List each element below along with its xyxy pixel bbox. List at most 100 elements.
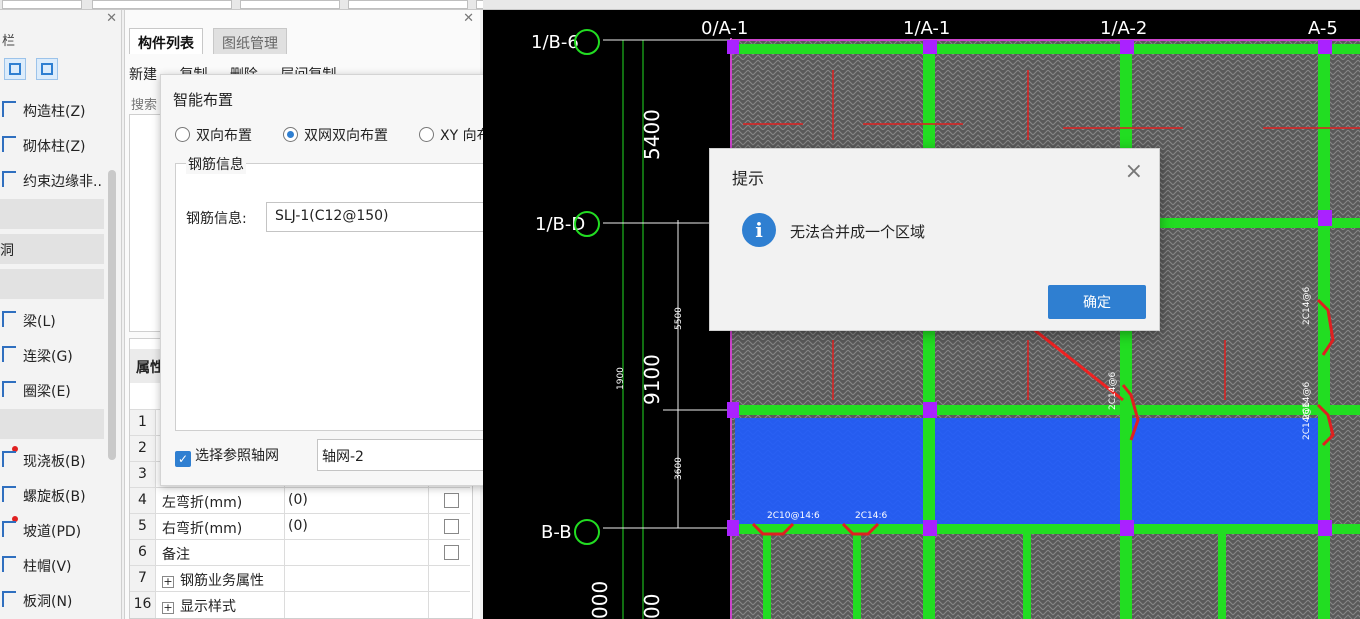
beam-icon [2,381,16,397]
slab-hole-icon [2,591,16,607]
sidebar-item-ramp[interactable]: 坡道(PD) [0,514,108,546]
smart-layout-dialog: 智能布置 双向布置 双网双向布置 XY 向布置 钢筋信息 钢筋信息: SLJ-1… [160,74,538,486]
list-view-icon[interactable] [4,58,26,80]
new-button[interactable]: 新建 [129,67,157,83]
axis-label: 0/A-1 [701,18,748,39]
radio-checked-icon [283,127,298,142]
detail-view-icon[interactable] [36,58,58,80]
column-icon [2,101,16,117]
slab-icon [2,451,16,467]
ramp-icon [2,521,16,537]
beam-icon [2,346,16,362]
close-icon[interactable]: ✕ [463,11,474,26]
column[interactable] [727,402,739,418]
radio-bidirectional[interactable]: 双向布置 [175,125,252,145]
beam[interactable] [763,534,771,619]
beam[interactable] [731,405,1360,415]
column[interactable] [727,520,739,536]
property-checkbox[interactable] [444,545,459,560]
column[interactable] [923,40,937,54]
column[interactable] [1120,520,1134,536]
dimension-text: 5400 [640,109,664,160]
rebar-label: 2C14@6 [1302,402,1312,440]
column[interactable] [1120,40,1134,54]
sidebar-group[interactable] [0,199,104,229]
sidebar-item-gzz[interactable]: 构造柱(Z) [0,94,108,126]
radio-double-net[interactable]: 双网双向布置 [283,125,388,145]
property-checkbox[interactable] [444,519,459,534]
sidebar-item-link-beam[interactable]: 连梁(G) [0,339,108,371]
expand-icon[interactable]: + [162,602,174,614]
slab-icon [2,486,16,502]
axis-label: 1/A-1 [903,18,950,39]
beam[interactable] [731,524,1360,534]
beam[interactable] [731,44,1360,54]
dialog-message: 无法合并成一个区域 [790,223,926,241]
search-input[interactable]: 搜索 [131,94,157,113]
top-control[interactable] [240,0,340,9]
table-row[interactable]: 4 左弯折(mm) (0) [130,487,470,514]
dimension-text: 5500 [674,307,684,330]
sidebar-group-hole[interactable]: 洞 [0,234,104,264]
dimension-text: 1900 [616,367,626,390]
column[interactable] [1318,40,1332,54]
rebar-label: 2C14@6 [1302,287,1312,325]
close-icon[interactable]: ✕ [106,11,117,26]
column[interactable] [1318,210,1332,226]
sidebar-item-ring-beam[interactable]: 圈梁(E) [0,374,108,406]
table-row[interactable]: 6 备注 [130,539,470,566]
component-tree-sidebar: ✕ 栏 构造柱(Z) 砌体柱(Z) 约束边缘非.. 洞 梁(L) 连梁(G) 圈… [0,10,122,619]
column[interactable] [727,40,739,54]
sidebar-item-beam[interactable]: 梁(L) [0,304,108,336]
top-control[interactable] [348,0,468,9]
table-row[interactable]: 16 + 显示样式 [130,591,470,618]
column[interactable] [923,520,937,536]
rebar-info-label: 钢筋信息: [186,211,247,227]
sidebar-group[interactable] [0,269,104,299]
radio-icon [175,127,190,142]
property-value[interactable]: (0) [288,518,308,534]
sidebar-item-column-cap[interactable]: 柱帽(V) [0,549,108,581]
rebar-label: 2C14@6 [1108,372,1118,410]
group-legend: 钢筋信息 [186,154,246,174]
close-icon[interactable]: × [1125,159,1143,184]
info-icon: i [742,213,776,247]
column-icon [2,171,16,187]
expand-icon[interactable]: + [162,576,174,588]
table-row[interactable]: 7 + 钢筋业务属性 [130,565,470,592]
property-value[interactable]: (0) [288,492,308,508]
radio-icon [419,127,434,142]
axis-label: 1/A-2 [1100,18,1147,39]
beam-icon [2,311,16,327]
beam[interactable] [853,534,861,619]
sidebar-scrollbar[interactable] [108,170,116,460]
rebar-label: 2C14:6 [855,511,887,521]
selected-slab-region[interactable] [735,418,1321,528]
top-control[interactable] [2,0,82,9]
sidebar-group[interactable] [0,409,104,439]
rebar-info-group: 钢筋信息 钢筋信息: SLJ-1(C12@150) [175,154,523,431]
dimension-text: 000 [588,581,612,619]
slab-hatch [731,530,1360,619]
sidebar-item-qtz[interactable]: 砌体柱(Z) [0,129,108,161]
column[interactable] [1318,520,1332,536]
beam[interactable] [1218,534,1226,619]
tab-drawing-management[interactable]: 图纸管理 [213,28,287,54]
checkbox-checked-icon: ✓ [175,451,191,467]
sidebar-title: 栏 [2,34,16,49]
ok-button[interactable]: 确定 [1048,285,1146,319]
top-control[interactable] [92,0,232,9]
property-checkbox[interactable] [444,493,459,508]
column[interactable] [923,402,937,418]
table-row[interactable]: 5 右弯折(mm) (0) [130,513,470,540]
ref-grid-checkbox[interactable]: ✓ 选择参照轴网 [175,445,279,467]
sidebar-item-spiral-slab[interactable]: 螺旋板(B) [0,479,108,511]
rebar-info-select[interactable]: SLJ-1(C12@150) [266,202,510,232]
beam[interactable] [1023,534,1031,619]
sidebar-item-slab-hole[interactable]: 板洞(N) [0,584,108,616]
sidebar-item-ysbyf[interactable]: 约束边缘非.. [0,164,108,196]
axis-label: 1/B-6 [531,32,579,53]
dimension-text: 00 [640,594,664,619]
sidebar-item-cast-slab[interactable]: 现浇板(B) [0,444,108,476]
tab-component-list[interactable]: 构件列表 [129,28,203,54]
